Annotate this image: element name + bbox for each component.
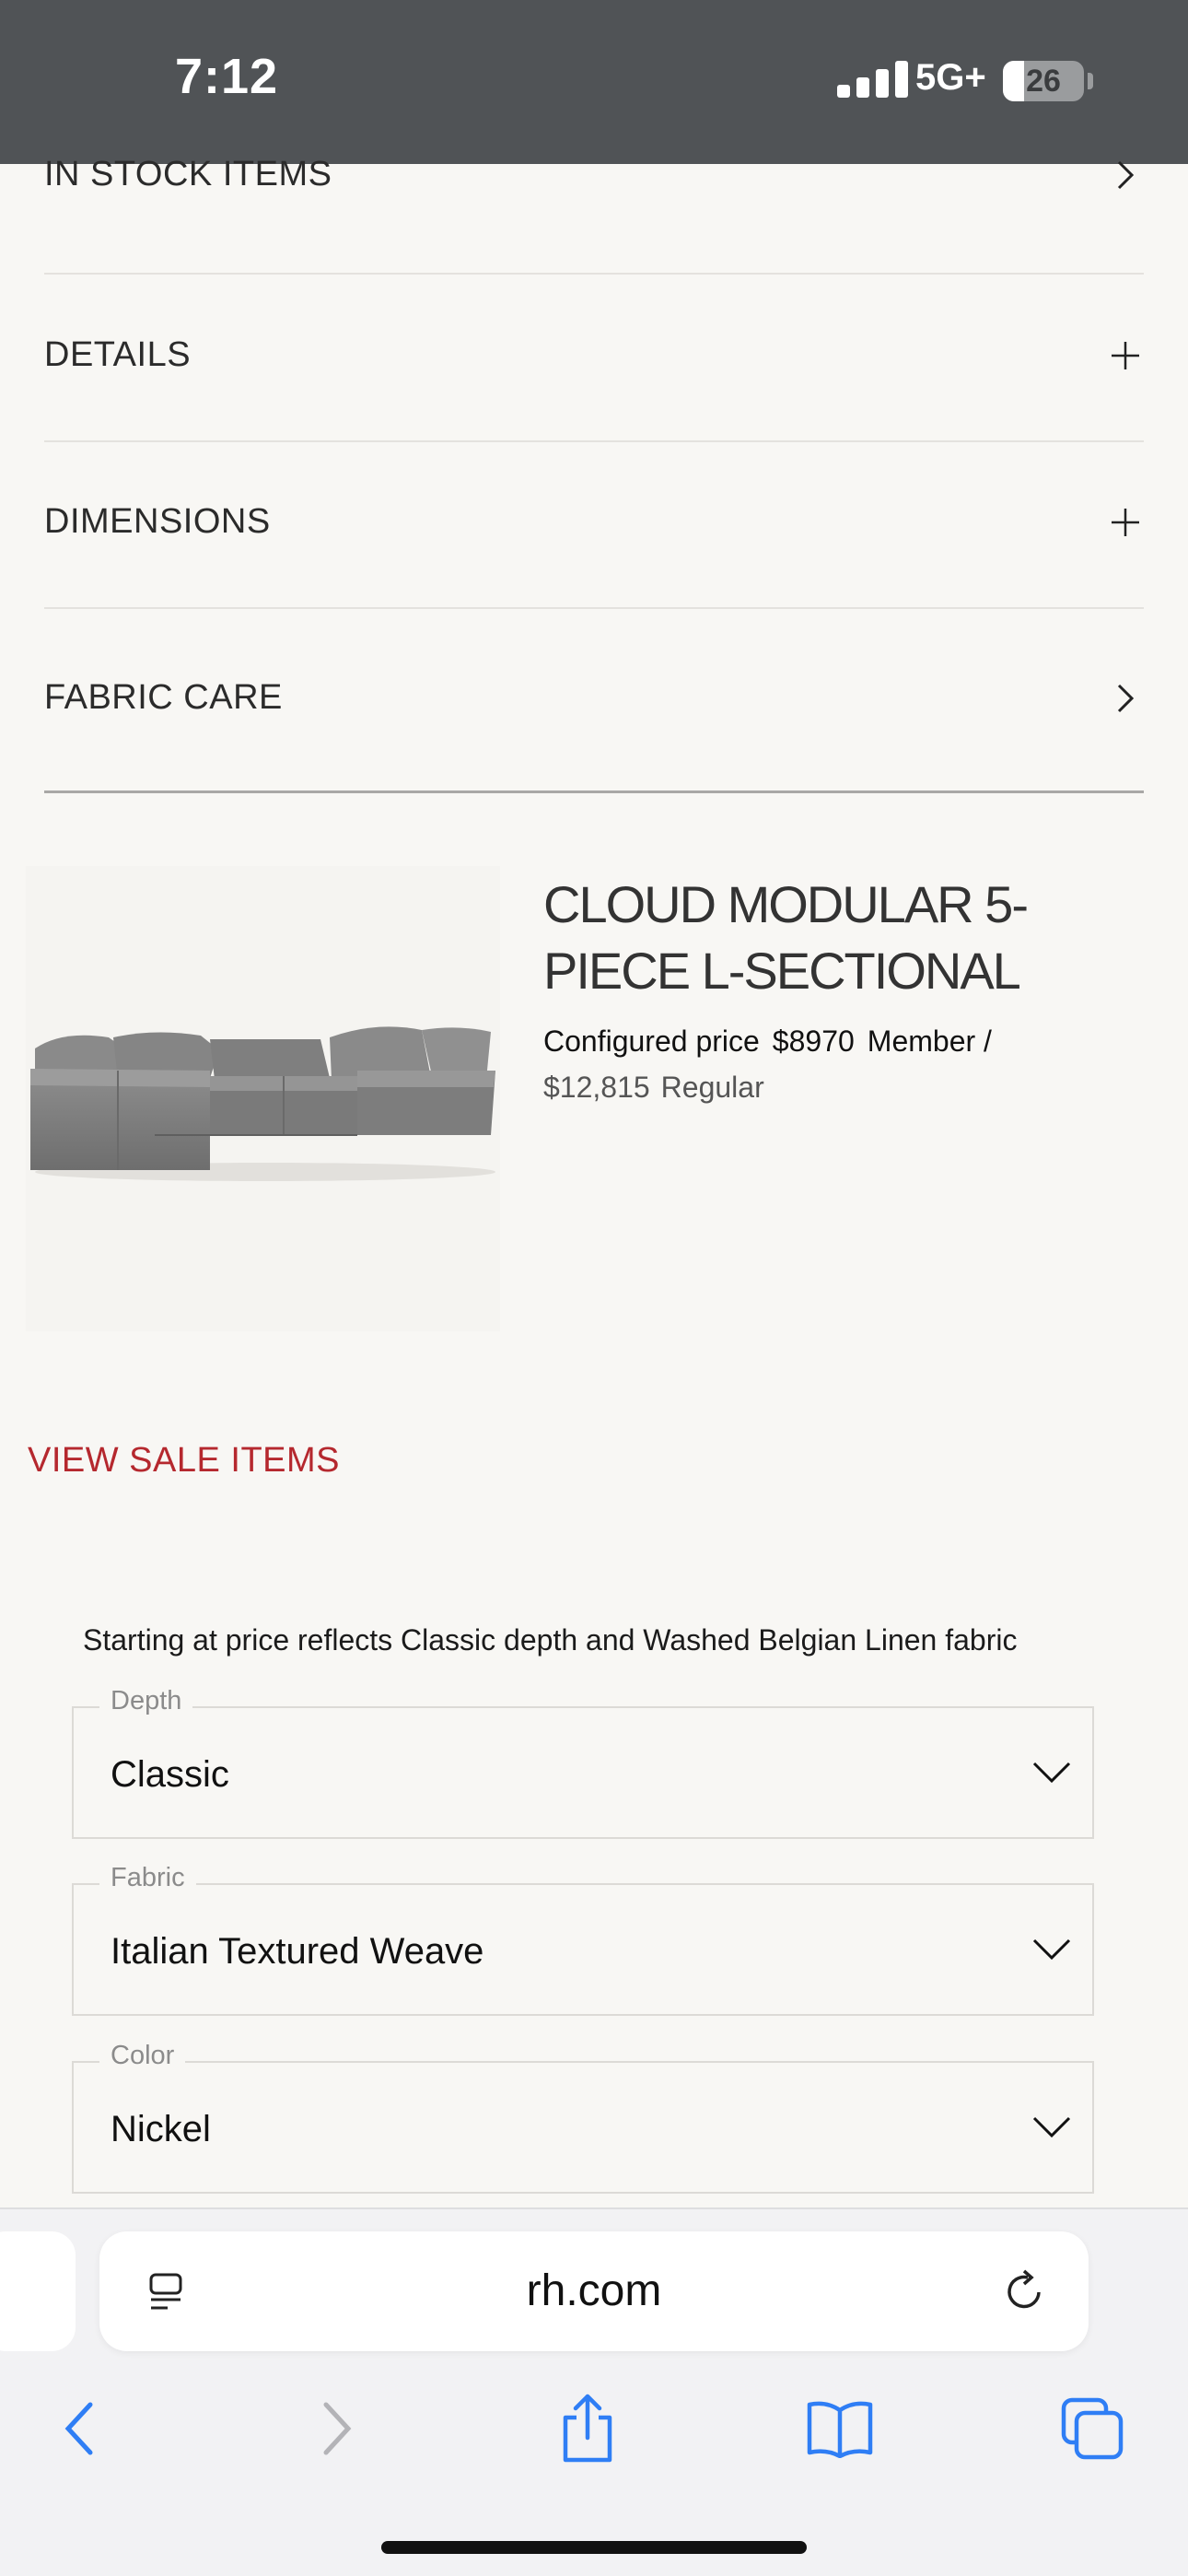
url-text: rh.com (526, 2266, 662, 2315)
color-select[interactable]: Color Nickel (72, 2041, 1094, 2194)
address-bar[interactable]: rh.com (99, 2231, 1089, 2351)
depth-select-value: Classic (111, 1754, 229, 1795)
section-divider (44, 790, 1144, 793)
starting-price-note: Starting at price reflects Classic depth… (83, 1623, 1018, 1657)
chevron-right-icon (1107, 680, 1144, 717)
battery-cap (1088, 73, 1093, 89)
status-bar: 7:12 5G+ 26 (0, 0, 1188, 164)
fabric-select[interactable]: Fabric Italian Textured Weave (72, 1863, 1094, 2016)
depth-select-label: Depth (99, 1686, 193, 1716)
browser-toolbar: rh.com (0, 2207, 1188, 2576)
accordion-dimensions[interactable]: DIMENSIONS (44, 502, 1144, 542)
accordion-label: DETAILS (44, 335, 192, 374)
accordion-fabric-care[interactable]: FABRIC CARE (44, 678, 1144, 718)
home-indicator (381, 2541, 807, 2554)
tabs-icon[interactable] (1055, 2392, 1129, 2465)
back-icon[interactable] (42, 2392, 116, 2465)
view-sale-items-link[interactable]: VIEW SALE ITEMS (28, 1441, 340, 1481)
regular-price: $12,815 Regular (543, 1071, 775, 1105)
regular-price-label: Regular (660, 1071, 764, 1104)
forward-icon[interactable] (300, 2392, 374, 2465)
chevron-down-icon (1032, 2116, 1071, 2138)
bookmarks-icon[interactable] (803, 2392, 877, 2465)
color-select-label: Color (99, 2041, 186, 2071)
previous-tab-preview[interactable] (0, 2231, 76, 2351)
share-icon[interactable] (551, 2392, 624, 2465)
fabric-select-value: Italian Textured Weave (111, 1931, 484, 1972)
color-select-value: Nickel (111, 2109, 211, 2149)
network-type: 5G+ (915, 57, 986, 98)
configured-price-label: Configured price (543, 1025, 760, 1058)
configured-price: Configured price $8970 Member / (543, 1025, 1005, 1059)
accordion-in-stock-items[interactable]: IN STOCK ITEMS (44, 155, 1144, 194)
chevron-down-icon (1032, 1938, 1071, 1961)
status-time: 7:12 (175, 49, 279, 104)
depth-select[interactable]: Depth Classic (72, 1686, 1094, 1839)
plus-icon (1107, 504, 1144, 541)
accordion-label: IN STOCK ITEMS (44, 155, 332, 193)
product-title[interactable]: CLOUD MODULAR 5-PIECE L-SECTIONAL (543, 872, 1170, 1004)
battery-icon: 26 (1003, 61, 1084, 101)
accordion-label: FABRIC CARE (44, 678, 283, 717)
sectional-sofa-image[interactable] (26, 866, 500, 1331)
chevron-down-icon (1032, 1762, 1071, 1784)
cellular-signal-icon (837, 61, 909, 98)
reload-icon[interactable] (1002, 2268, 1048, 2314)
accordion-details[interactable]: DETAILS (44, 335, 1144, 375)
divider (44, 273, 1144, 275)
battery-level: 26 (1026, 64, 1061, 99)
plus-icon (1107, 337, 1144, 374)
chevron-right-icon (1107, 157, 1144, 193)
member-price-label: Member / (867, 1025, 992, 1058)
regular-price-value: $12,815 (543, 1071, 650, 1104)
accordion-label: DIMENSIONS (44, 502, 271, 541)
member-price: $8970 (772, 1025, 855, 1058)
divider (44, 607, 1144, 609)
fabric-select-label: Fabric (99, 1863, 196, 1893)
divider (44, 440, 1144, 442)
